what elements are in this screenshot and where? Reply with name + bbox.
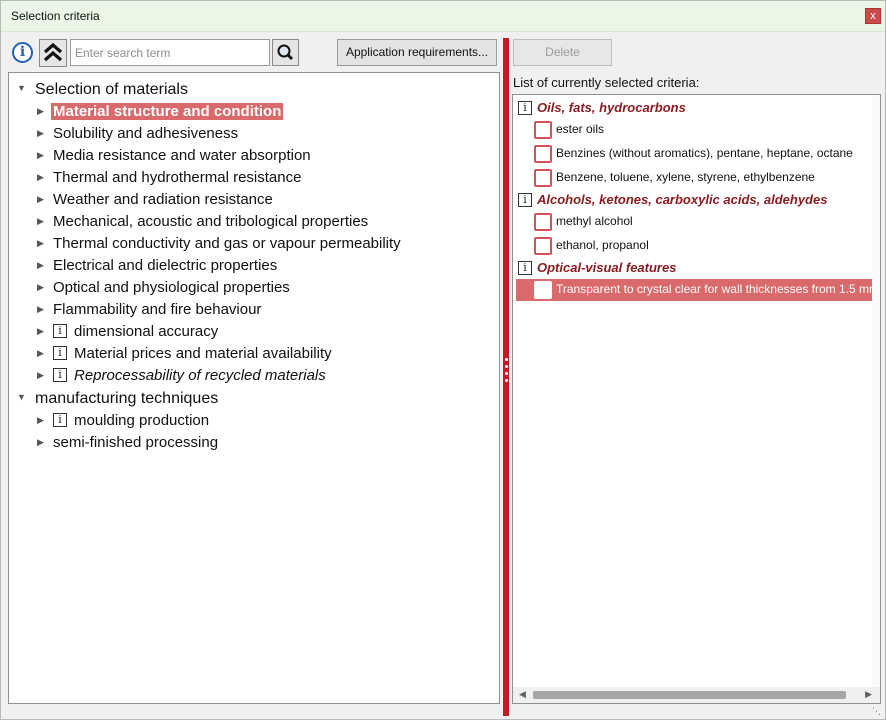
criteria-item-label: ethanol, propanol	[556, 238, 649, 252]
criteria-item-label: methyl alcohol	[556, 214, 633, 228]
tree-item-label: Material prices and material availabilit…	[74, 345, 332, 362]
criteria-item[interactable]: ester oils	[516, 119, 876, 141]
collapse-all-button[interactable]	[39, 39, 67, 67]
collapsed-arrow-icon[interactable]: ▶	[37, 415, 47, 425]
info-icon[interactable]: i	[518, 193, 532, 207]
close-button[interactable]: x	[865, 8, 881, 24]
collapsed-arrow-icon[interactable]: ▶	[37, 194, 47, 204]
criteria-group-title: Oils, fats, hydrocarbons	[537, 100, 686, 115]
expanded-arrow-icon[interactable]: ▼	[17, 83, 27, 93]
criteria-checkbox[interactable]	[534, 213, 552, 231]
tree-item-label: Solubility and adhesiveness	[53, 125, 239, 142]
selected-criteria-list: i Oils, fats, hydrocarbons ester oils Be…	[512, 94, 881, 704]
criteria-tree: ▼ Selection of materials ▶ Material stru…	[8, 72, 500, 704]
criteria-item[interactable]: Benzene, toluene, xylene, styrene, ethyl…	[516, 167, 876, 189]
criteria-checkbox[interactable]	[534, 145, 552, 163]
tree-item-label: Weather and radiation resistance	[53, 191, 273, 208]
collapsed-arrow-icon[interactable]: ▶	[37, 260, 47, 270]
info-icon[interactable]: i	[518, 101, 532, 115]
info-icon[interactable]: i	[518, 261, 532, 275]
criteria-item[interactable]: Benzines (without aromatics), pentane, h…	[516, 143, 876, 165]
tree-item-label: Mechanical, acoustic and tribological pr…	[53, 213, 369, 230]
grip-dot	[504, 358, 508, 361]
tree-item-label: dimensional accuracy	[74, 323, 219, 340]
scroll-right-arrow-icon[interactable]: ▶	[865, 689, 872, 700]
tree-item-label: semi-finished processing	[53, 434, 219, 451]
info-button[interactable]: i	[12, 42, 33, 63]
criteria-checkbox[interactable]	[534, 237, 552, 255]
expanded-arrow-icon[interactable]: ▼	[17, 392, 27, 402]
tree-item-label: Media resistance and water absorption	[53, 147, 311, 164]
criteria-checkbox[interactable]	[534, 281, 552, 299]
collapsed-arrow-icon[interactable]: ▶	[37, 437, 47, 447]
collapsed-arrow-icon[interactable]: ▶	[37, 128, 47, 138]
criteria-checkbox[interactable]	[534, 121, 552, 139]
tree-item-label: Electrical and dielectric properties	[53, 257, 278, 274]
search-button[interactable]	[272, 39, 299, 66]
horizontal-scrollbar[interactable]: ◀ ▶	[513, 687, 880, 703]
tree-item-label: Material structure and condition	[51, 103, 284, 120]
grip-dot	[504, 379, 508, 382]
info-icon[interactable]: i	[53, 368, 67, 382]
collapsed-arrow-icon[interactable]: ▶	[37, 370, 47, 380]
collapsed-arrow-icon[interactable]: ▶	[37, 348, 47, 358]
selection-criteria-window: Selection criteria x i Application requi…	[0, 0, 886, 720]
tree-item-label: Optical and physiological properties	[53, 279, 290, 296]
collapsed-arrow-icon[interactable]: ▶	[37, 304, 47, 314]
collapsed-arrow-icon[interactable]: ▶	[37, 216, 47, 226]
double-chevron-up-icon	[43, 42, 63, 62]
delete-button[interactable]: Delete	[513, 39, 612, 66]
criteria-group-title: Alcohols, ketones, carboxylic acids, ald…	[537, 192, 828, 207]
search-input[interactable]	[70, 39, 270, 66]
criteria-item[interactable]: ethanol, propanol	[516, 235, 876, 257]
criteria-item-label: Benzines (without aromatics), pentane, h…	[556, 146, 853, 160]
magnifier-icon	[277, 44, 294, 61]
tree-item-label: Thermal conductivity and gas or vapour p…	[53, 235, 401, 252]
title-bar: Selection criteria x	[1, 1, 885, 32]
scrollbar-thumb[interactable]	[533, 691, 846, 699]
criteria-item-label: ester oils	[556, 122, 605, 136]
criteria-list-heading: List of currently selected criteria:	[513, 75, 700, 90]
tree-item-label: Thermal and hydrothermal resistance	[53, 169, 302, 186]
criteria-item[interactable]: methyl alcohol	[516, 211, 876, 233]
scroll-left-arrow-icon[interactable]: ◀	[519, 689, 526, 700]
criteria-group-title: Optical-visual features	[537, 260, 677, 275]
application-requirements-button[interactable]: Application requirements...	[337, 39, 497, 66]
collapsed-arrow-icon[interactable]: ▶	[37, 282, 47, 292]
panel-splitter[interactable]	[503, 38, 509, 716]
collapsed-arrow-icon[interactable]: ▶	[37, 326, 47, 336]
tree-item-label: Reprocessability of recycled materials	[74, 367, 326, 384]
grip-dot	[504, 372, 508, 375]
criteria-item-label: Transparent to crystal clear for wall th…	[556, 282, 879, 296]
window-title: Selection criteria	[11, 9, 100, 23]
tree-node-label: manufacturing techniques	[35, 390, 219, 407]
vertical-scrollbar[interactable]	[872, 95, 880, 689]
collapsed-arrow-icon[interactable]: ▶	[37, 106, 47, 116]
tree-node-label: Selection of materials	[35, 81, 188, 98]
criteria-item-selected[interactable]: Transparent to crystal clear for wall th…	[516, 279, 879, 301]
collapsed-arrow-icon[interactable]: ▶	[37, 238, 47, 248]
tree-item-label: Flammability and fire behaviour	[53, 301, 262, 318]
collapsed-arrow-icon[interactable]: ▶	[37, 150, 47, 160]
criteria-item-label: Benzene, toluene, xylene, styrene, ethyl…	[556, 170, 815, 184]
criteria-checkbox[interactable]	[534, 169, 552, 187]
info-icon[interactable]: i	[53, 413, 67, 427]
info-icon[interactable]: i	[53, 346, 67, 360]
info-icon[interactable]: i	[53, 324, 67, 338]
resize-grip-icon[interactable]: ⋱	[872, 706, 882, 716]
collapsed-arrow-icon[interactable]: ▶	[37, 172, 47, 182]
tree-item-label: moulding production	[74, 412, 210, 429]
grip-dot	[504, 365, 508, 368]
